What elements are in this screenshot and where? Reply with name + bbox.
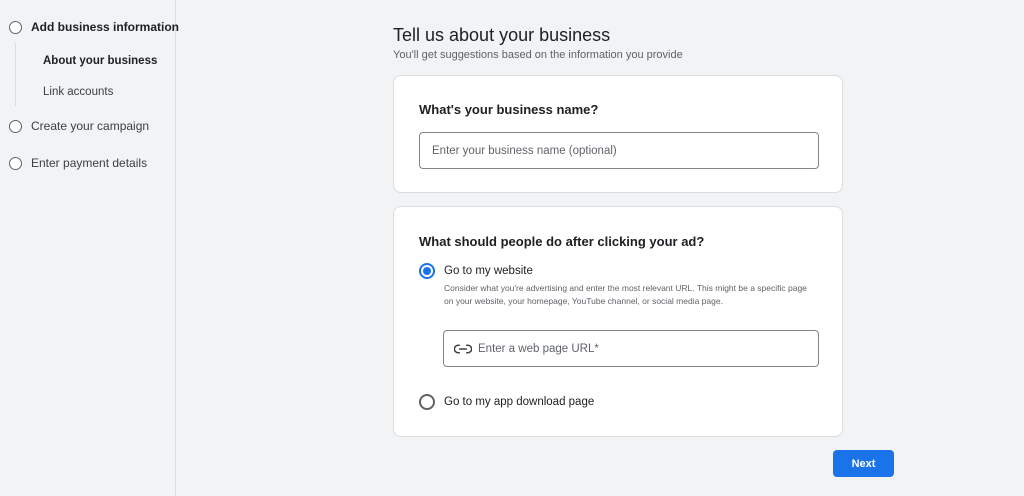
page-title: Tell us about your business <box>393 25 611 45</box>
ad-action-question: What should people do after clicking you… <box>419 234 705 249</box>
step-add-business-information[interactable]: Add business information <box>9 20 179 34</box>
substep-about-your-business[interactable]: About your business <box>43 55 157 67</box>
link-icon <box>454 344 472 353</box>
stepper-sidebar: Add business information About your busi… <box>0 0 179 496</box>
option-go-to-app-download[interactable]: Go to my app download page <box>419 394 594 410</box>
website-radio-label: Go to my website <box>444 265 533 277</box>
option-go-to-website[interactable]: Go to my website <box>419 263 533 279</box>
business-name-field[interactable] <box>419 132 819 169</box>
page-subtitle: You'll get suggestions based on the info… <box>393 49 683 61</box>
step-circle-icon <box>9 119 22 133</box>
website-option-description: Consider what you're advertising and ent… <box>444 283 807 306</box>
next-button[interactable]: Next <box>833 450 894 477</box>
url-input[interactable] <box>478 342 818 355</box>
step-create-your-campaign[interactable]: Create your campaign <box>9 119 149 133</box>
step-label: Add business information <box>31 20 180 34</box>
business-name-card: What's your business name? <box>393 75 843 193</box>
app-download-radio[interactable] <box>419 394 435 410</box>
step-label: Enter payment details <box>31 156 148 170</box>
substep-link-accounts[interactable]: Link accounts <box>43 86 113 98</box>
url-field[interactable] <box>443 330 819 367</box>
substep-divider <box>15 43 16 106</box>
business-name-input[interactable] <box>432 144 818 157</box>
step-circle-icon <box>9 156 22 170</box>
step-enter-payment-details[interactable]: Enter payment details <box>9 156 147 170</box>
website-radio[interactable] <box>419 263 435 279</box>
step-label: Create your campaign <box>31 119 150 133</box>
step-circle-icon <box>9 20 22 34</box>
app-download-radio-label: Go to my app download page <box>444 396 595 408</box>
business-name-question: What's your business name? <box>419 102 599 117</box>
ad-action-card: What should people do after clicking you… <box>393 206 843 437</box>
